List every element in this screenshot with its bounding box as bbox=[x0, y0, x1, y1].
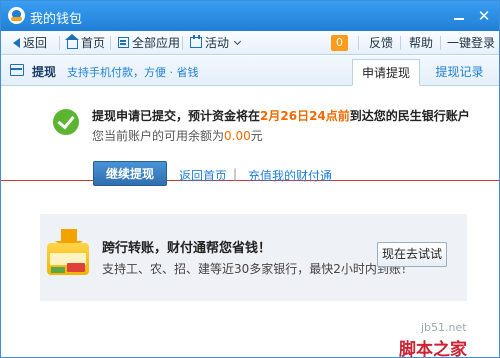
message-prefix: 提现申请已提交，预计资金将在 bbox=[92, 109, 261, 123]
apps-list-icon bbox=[118, 37, 129, 48]
toolbar-divider bbox=[440, 36, 441, 50]
link-separator: | bbox=[233, 167, 238, 181]
activity-label: 活动 bbox=[205, 36, 230, 50]
all-apps-label: 全部应用 bbox=[132, 36, 181, 50]
back-arrow-icon bbox=[13, 37, 20, 48]
calendar-icon bbox=[190, 35, 202, 48]
home-label: 首页 bbox=[81, 36, 106, 50]
recharge-tenpay-link[interactable]: 充值我的财付通 bbox=[248, 167, 332, 184]
toolbar-divider bbox=[400, 36, 401, 50]
promo-title: 跨行转账，财付通帮您省钱！ bbox=[102, 241, 272, 256]
continue-withdraw-button[interactable]: 继续提现 bbox=[93, 161, 167, 186]
watermark-url: jb51.net bbox=[421, 321, 467, 334]
activity-dropdown[interactable]: 活动 bbox=[190, 35, 242, 51]
toolbar-divider bbox=[59, 36, 60, 50]
balance-unit: 元 bbox=[250, 129, 263, 143]
close-button[interactable]: ✕ bbox=[474, 6, 494, 26]
back-label: 返回 bbox=[23, 36, 48, 50]
notification-badge[interactable]: 0 bbox=[331, 35, 348, 51]
section-subtitle: 支持手机付款，方便 · 省钱 bbox=[67, 66, 199, 79]
try-now-button[interactable]: 现在去试试 bbox=[377, 242, 447, 267]
toolbar-divider bbox=[358, 36, 359, 50]
success-check-icon bbox=[53, 109, 79, 135]
window-title: 我的钱包 bbox=[30, 12, 83, 27]
wallet-window: 我的钱包 ✕ 返回 首页 全部应用 活动 0 反馈 帮助 一键登录 提现 支持手… bbox=[0, 0, 500, 358]
balance-line: 您当前账户的可用余额为0.00元 bbox=[92, 127, 263, 144]
watermark-logo: 脚本之家 bbox=[399, 340, 467, 358]
tab-header: 提现 支持手机付款，方便 · 省钱 申请提现 提现记录 bbox=[1, 56, 499, 86]
bank-transfer-card-icon bbox=[47, 229, 89, 275]
arrival-date: 2月26日24点前 bbox=[260, 109, 350, 123]
promo-description: 支持工、农、招、建等近30多家银行，最快2小时内到账！ bbox=[102, 262, 413, 276]
tab-withdraw-history[interactable]: 提现记录 bbox=[427, 59, 492, 86]
toolbar: 返回 首页 全部应用 活动 0 反馈 帮助 一键登录 bbox=[1, 31, 499, 55]
toolbar-divider bbox=[110, 36, 111, 50]
home-icon bbox=[65, 34, 79, 49]
one-click-login-link[interactable]: 一键登录 bbox=[447, 35, 495, 51]
promo-banner: 跨行转账，财付通帮您省钱！ 支持工、农、招、建等近30多家银行，最快2小时内到账… bbox=[40, 214, 467, 301]
title-bar[interactable]: 我的钱包 ✕ bbox=[1, 1, 499, 31]
minimize-button[interactable] bbox=[449, 6, 469, 26]
back-button[interactable]: 返回 bbox=[13, 35, 47, 51]
section-title: 提现 bbox=[32, 65, 57, 79]
home-button[interactable]: 首页 bbox=[65, 34, 106, 51]
message-suffix: 到达您的民生银行账户 bbox=[349, 109, 470, 123]
feedback-link[interactable]: 反馈 bbox=[369, 35, 393, 51]
back-home-link[interactable]: 返回首页 bbox=[179, 167, 227, 184]
all-apps-button[interactable]: 全部应用 bbox=[118, 35, 180, 51]
balance-prefix: 您当前账户的可用余额为 bbox=[92, 129, 225, 143]
tab-apply-withdraw[interactable]: 申请提现 bbox=[352, 59, 420, 86]
help-link[interactable]: 帮助 bbox=[409, 35, 433, 51]
bank-card-icon bbox=[10, 64, 24, 76]
toolbar-divider bbox=[182, 36, 183, 50]
chevron-down-icon bbox=[233, 37, 242, 46]
qq-penguin-icon bbox=[8, 7, 25, 24]
success-message: 提现申请已提交，预计资金将在2月26日24点前到达您的民生银行账户 bbox=[92, 107, 470, 124]
balance-value: 0.00 bbox=[224, 129, 251, 143]
